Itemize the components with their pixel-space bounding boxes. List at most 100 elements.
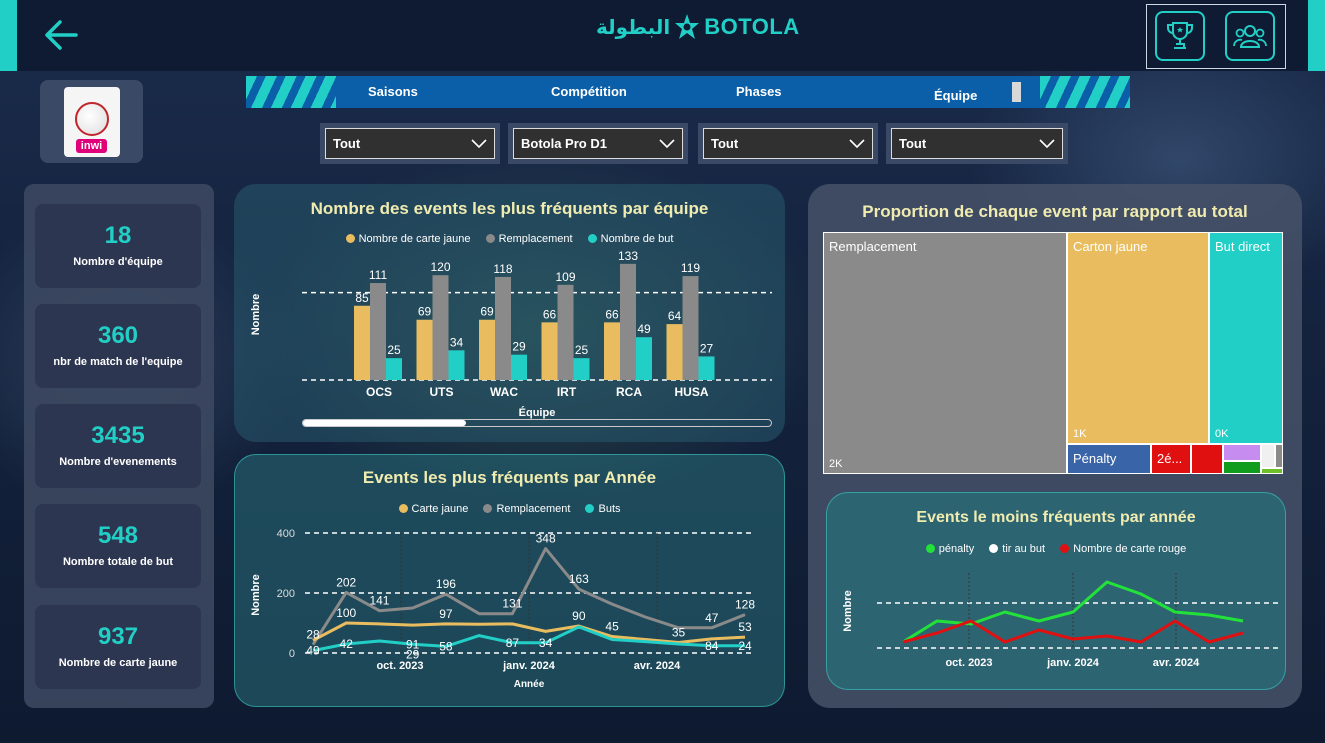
dropdown-phase[interactable]: Tout xyxy=(703,128,873,159)
kpi-value: 937 xyxy=(97,623,139,650)
dropdown-equipe[interactable]: Tout xyxy=(891,128,1063,159)
users-icon xyxy=(1233,25,1267,48)
data-label: 163 xyxy=(569,572,589,586)
x-tick-label: janv. 2024 xyxy=(502,660,556,672)
data-label: 69 xyxy=(480,305,494,319)
top-buttons-group xyxy=(1146,4,1286,69)
tab-saisons[interactable]: Saisons xyxy=(368,84,418,99)
data-label: 119 xyxy=(681,261,700,275)
bar xyxy=(432,275,449,380)
tile-value: 1K xyxy=(1073,428,1087,440)
bar xyxy=(666,324,683,380)
kpi-card-evenements: 3435 Nombre d'evenements xyxy=(35,404,201,488)
data-label: 131 xyxy=(502,597,522,611)
bar xyxy=(620,263,636,380)
data-label: 42 xyxy=(340,637,354,651)
tab-equipe[interactable]: Équipe xyxy=(934,88,977,103)
series-line xyxy=(902,619,1244,644)
y-axis-label: Nombre xyxy=(250,574,262,616)
data-label: 202 xyxy=(336,575,356,589)
scrollbar-thumb[interactable] xyxy=(303,420,466,426)
treemap-tile-small[interactable] xyxy=(1224,462,1260,473)
tile-value: 0K xyxy=(1215,428,1229,440)
bar xyxy=(636,337,652,380)
bar xyxy=(370,283,386,380)
ball-icon xyxy=(74,101,109,136)
x-tick-label: oct. 2023 xyxy=(945,657,992,669)
bar xyxy=(479,319,495,380)
least-frequent-card: Events le moins fréquents par année péna… xyxy=(826,492,1286,690)
data-label: 118 xyxy=(493,262,512,276)
team-button[interactable] xyxy=(1225,11,1275,61)
kpi-value: 548 xyxy=(97,522,139,549)
y-axis-label: Nombre xyxy=(250,294,262,336)
treemap-tile-2e[interactable]: 2é... xyxy=(1152,445,1190,473)
data-label: 49 xyxy=(306,644,320,658)
scrollbar-track[interactable] xyxy=(302,419,772,427)
trophy-button[interactable] xyxy=(1155,11,1205,61)
bar xyxy=(682,276,699,380)
tile-label: Pénalty xyxy=(1073,451,1117,466)
trophy-icon xyxy=(1167,22,1193,49)
treemap-tile-penalty[interactable]: Pénalty xyxy=(1068,445,1150,473)
chevron-down-icon xyxy=(849,138,865,148)
treemap-tile-small[interactable] xyxy=(1224,445,1260,460)
bar xyxy=(386,358,402,380)
treemap-tile-remplacement[interactable]: Remplacement 2K xyxy=(824,233,1066,473)
inwi-badge: inwi xyxy=(75,138,108,153)
bar xyxy=(557,284,574,380)
x-tick-label: IRT xyxy=(557,385,577,399)
chevron-down-icon xyxy=(1039,138,1055,148)
data-label: 85 xyxy=(355,291,369,305)
data-label: 66 xyxy=(543,307,557,321)
x-tick-label: UTS xyxy=(430,385,454,399)
data-label: 87 xyxy=(506,636,520,650)
data-label: 66 xyxy=(605,307,619,321)
back-arrow-icon[interactable] xyxy=(40,14,82,56)
kpi-card-matchs: 360 nbr de match de l'equipe xyxy=(35,304,201,388)
treemap: Remplacement 2K Carton jaune 1K But dire… xyxy=(823,232,1283,474)
dropdown-value: Tout xyxy=(333,136,361,151)
data-label: 84 xyxy=(705,639,719,653)
filter-phase: Tout xyxy=(698,123,878,164)
filter-equipe: Tout xyxy=(886,123,1068,164)
dropdown-competition[interactable]: Botola Pro D1 xyxy=(513,128,683,159)
logo-arabic: البطولة xyxy=(596,15,671,39)
data-label: 109 xyxy=(555,270,575,284)
filter-saison: Tout xyxy=(320,123,500,164)
x-axis-label: Année xyxy=(514,679,545,690)
data-label: 111 xyxy=(369,268,388,282)
stripes-left xyxy=(246,76,336,108)
right-accent xyxy=(1308,0,1325,71)
kpi-value: 18 xyxy=(104,222,132,249)
treemap-tile-small[interactable] xyxy=(1262,445,1274,467)
chart-title: Proportion de chaque event par rapport a… xyxy=(862,202,1248,221)
logo-text: BOTOLA xyxy=(704,14,800,39)
stripes-right xyxy=(1040,76,1130,108)
data-label: 196 xyxy=(436,577,456,591)
treemap-tile-but-direct[interactable]: But direct 0K xyxy=(1210,233,1282,443)
data-label: 58 xyxy=(439,639,453,653)
tile-label: 2é... xyxy=(1157,451,1183,466)
x-tick-label: WAC xyxy=(490,385,518,399)
treemap-tile-small[interactable] xyxy=(1192,445,1222,473)
data-label: 49 xyxy=(637,322,651,336)
data-label: 141 xyxy=(369,594,389,608)
x-tick-label: HUSA xyxy=(674,385,708,399)
data-label: 90 xyxy=(572,609,586,623)
treemap-tile-carton-jaune[interactable]: Carton jaune 1K xyxy=(1068,233,1208,443)
treemap-tile-small[interactable] xyxy=(1276,445,1282,467)
data-label: 64 xyxy=(668,309,682,323)
left-accent xyxy=(0,0,17,71)
treemap-tile-small[interactable] xyxy=(1262,469,1282,473)
data-label: 45 xyxy=(605,620,619,634)
dropdown-saison[interactable]: Tout xyxy=(325,128,495,159)
data-label: 35 xyxy=(672,626,686,640)
data-label: 29 xyxy=(406,647,420,661)
line-chart: oct. 2023 janv. 2024 avr. 2024 Nombre xyxy=(842,573,1282,669)
kpi-panel: 18 Nombre d'équipe 360 nbr de match de l… xyxy=(24,184,214,708)
data-label: 120 xyxy=(430,260,450,274)
tab-competition[interactable]: Compétition xyxy=(551,84,627,99)
tile-label: But direct xyxy=(1215,239,1270,254)
tab-phases[interactable]: Phases xyxy=(736,84,782,99)
